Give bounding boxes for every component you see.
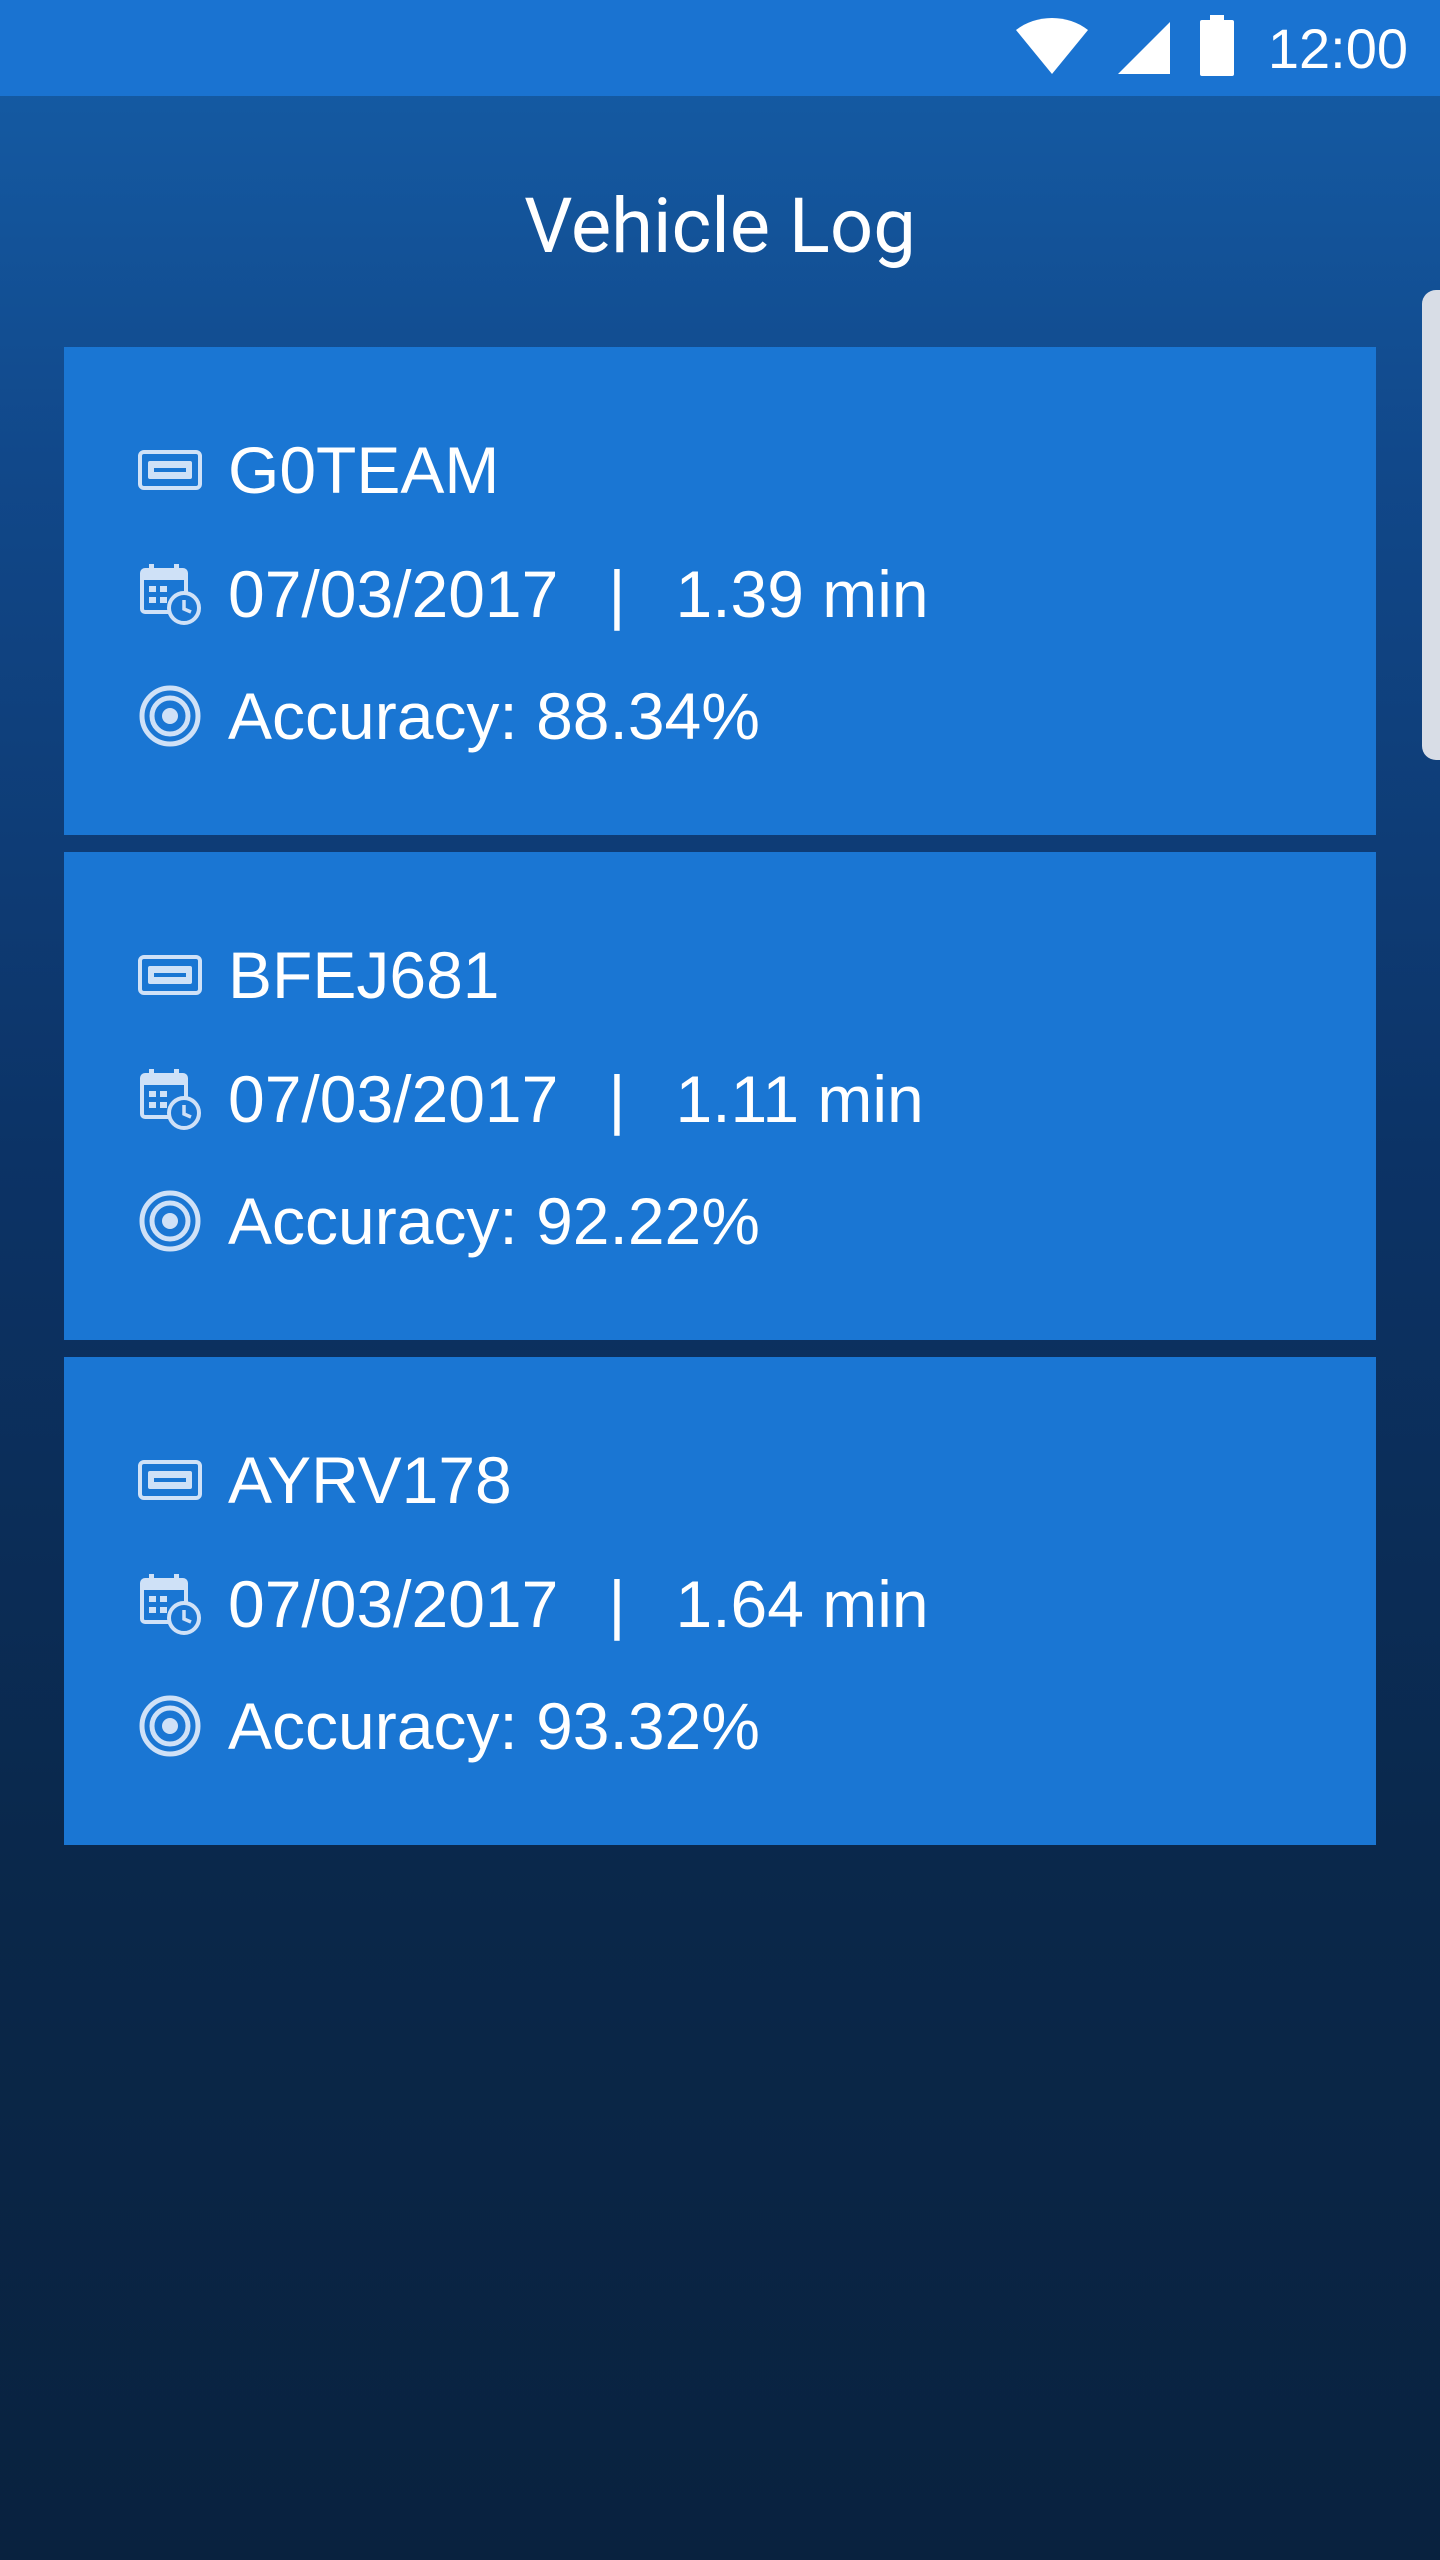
- accuracy-value: Accuracy: 88.34%: [228, 679, 760, 753]
- calendar-clock-icon: [138, 1067, 202, 1131]
- page-title: Vehicle Log: [524, 181, 916, 271]
- accuracy-row: Accuracy: 92.22%: [138, 1181, 760, 1261]
- target-icon: [138, 1694, 202, 1758]
- log-date: 07/03/2017: [228, 557, 559, 631]
- license-plate-icon: [138, 943, 202, 1007]
- date-duration-row: 07/03/2017 | 1.39 min: [138, 554, 929, 634]
- vehicle-log-card[interactable]: AYRV178 07/03/2017 | 1.64 min Accuracy: …: [64, 1357, 1376, 1845]
- plate-number: BFEJ681: [228, 938, 500, 1012]
- accuracy-value: Accuracy: 92.22%: [228, 1184, 760, 1258]
- license-plate-icon: [138, 1448, 202, 1512]
- target-icon: [138, 684, 202, 748]
- log-duration: 1.39 min: [675, 557, 929, 631]
- signal-icon: [1116, 16, 1172, 80]
- separator: |: [608, 1567, 626, 1641]
- date-duration-row: 07/03/2017 | 1.64 min: [138, 1564, 929, 1644]
- wifi-icon: [1014, 16, 1090, 80]
- accuracy-row: Accuracy: 93.32%: [138, 1686, 760, 1766]
- status-bar: 12:00: [0, 0, 1440, 96]
- vehicle-log-list: G0TEAM 07/03/2017 | 1.39 min Accuracy: 8…: [64, 347, 1376, 1862]
- accuracy-value: Accuracy: 93.32%: [228, 1689, 760, 1763]
- license-plate-icon: [138, 438, 202, 502]
- status-time: 12:00: [1267, 16, 1408, 80]
- target-icon: [138, 1189, 202, 1253]
- scrollbar[interactable]: [1422, 290, 1440, 760]
- vehicle-log-card[interactable]: BFEJ681 07/03/2017 | 1.11 min Accuracy: …: [64, 852, 1376, 1340]
- calendar-clock-icon: [138, 562, 202, 626]
- separator: |: [608, 557, 626, 631]
- plate-row: G0TEAM: [138, 430, 499, 510]
- accuracy-row: Accuracy: 88.34%: [138, 676, 760, 756]
- battery-icon: [1198, 15, 1236, 81]
- vehicle-log-card[interactable]: G0TEAM 07/03/2017 | 1.39 min Accuracy: 8…: [64, 347, 1376, 835]
- plate-row: BFEJ681: [138, 935, 499, 1015]
- log-date: 07/03/2017: [228, 1062, 559, 1136]
- log-duration: 1.64 min: [675, 1567, 929, 1641]
- calendar-clock-icon: [138, 1572, 202, 1636]
- log-duration: 1.11 min: [675, 1062, 924, 1136]
- separator: |: [608, 1062, 626, 1136]
- plate-number: AYRV178: [228, 1443, 512, 1517]
- plate-row: AYRV178: [138, 1440, 512, 1520]
- log-date: 07/03/2017: [228, 1567, 559, 1641]
- date-duration-row: 07/03/2017 | 1.11 min: [138, 1059, 924, 1139]
- status-icons: 12:00: [1014, 0, 1408, 96]
- plate-number: G0TEAM: [228, 433, 500, 507]
